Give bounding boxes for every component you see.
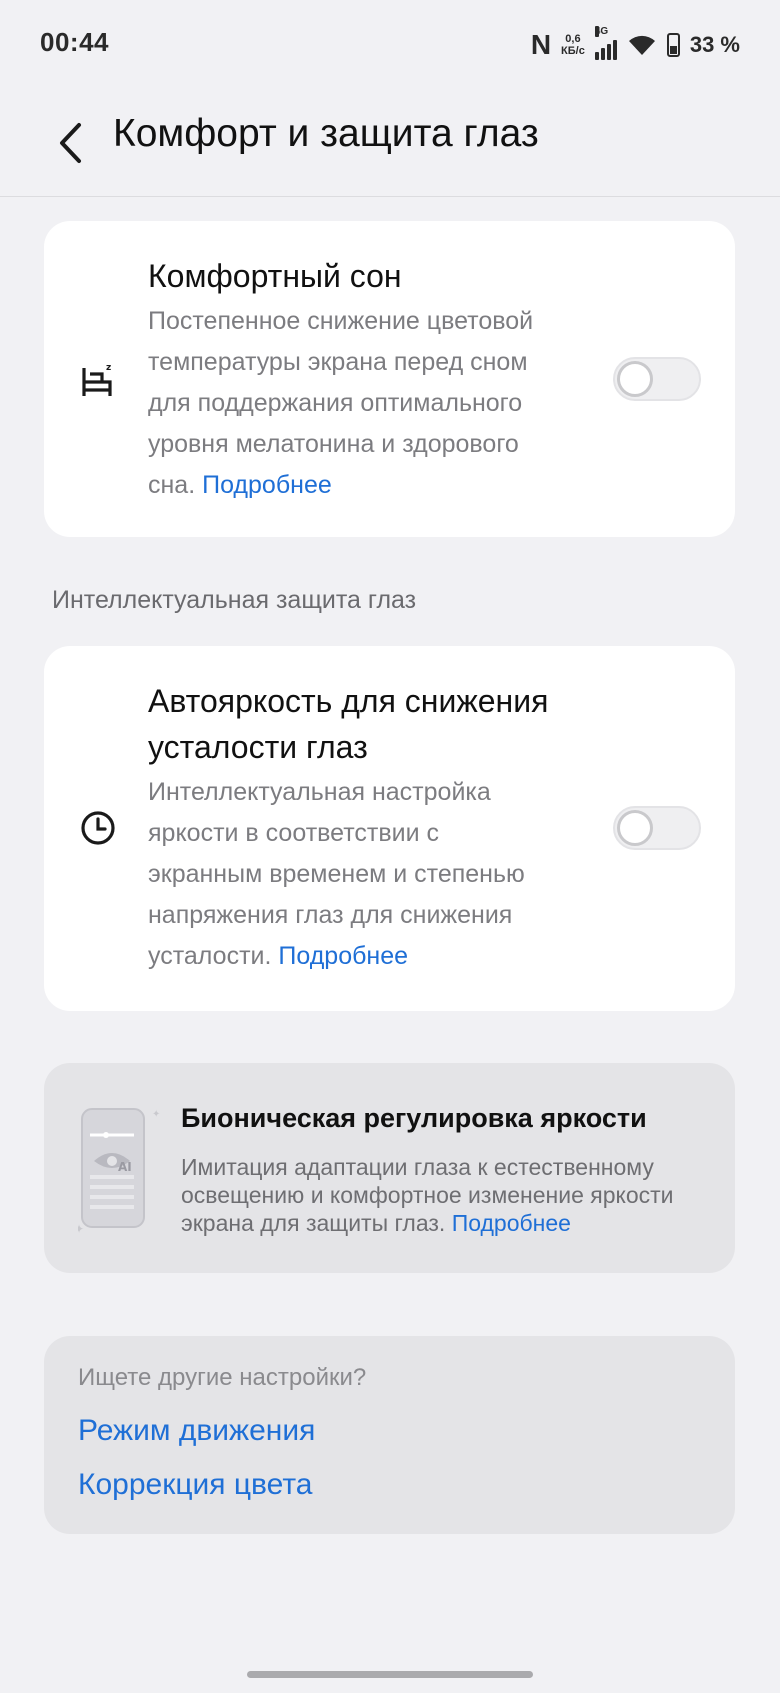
nfc-icon: N: [530, 29, 552, 60]
desc-last-line: усталости.: [148, 942, 272, 970]
svg-text:✦: ✦: [78, 1222, 84, 1236]
status-bar: 00:44 N 0,6 КБ/с 4G 33 %: [0, 0, 780, 90]
desc-last-line: экрана для защиты глаз.: [181, 1210, 446, 1236]
desc-line: яркости в соответствии с: [148, 819, 439, 847]
home-indicator[interactable]: [247, 1671, 533, 1678]
motion-mode-link[interactable]: Режим движения: [78, 1414, 315, 1448]
app-header: Комфорт и защита глаз: [0, 90, 780, 197]
status-time: 00:44: [40, 27, 109, 57]
desc-last-line: сна.: [148, 471, 196, 499]
desc-line: для поддержания оптимального: [148, 389, 523, 417]
cell-signal-icon: 4G: [594, 26, 617, 60]
desc-line: Постепенное снижение цветовой: [148, 307, 534, 335]
bionic-brightness-card: AI ✦ ✦ Бионическая регулировка яркости И…: [44, 1063, 735, 1273]
desc-line: температуры экрана перед сном: [148, 348, 528, 376]
color-correction-link[interactable]: Коррекция цвета: [78, 1468, 312, 1502]
auto-brightness-more-link[interactable]: Подробнее: [278, 942, 408, 970]
other-settings-card: Ищете другие настройки? Режим движения К…: [44, 1336, 735, 1534]
desc-line: освещению и комфортное изменение яркости: [181, 1182, 674, 1208]
bionic-more-link[interactable]: Подробнее: [452, 1210, 571, 1236]
bed-icon: z: [78, 360, 118, 400]
net-speed-unit: КБ/с: [561, 45, 585, 57]
auto-brightness-toggle[interactable]: [613, 806, 701, 850]
back-arrow-icon[interactable]: [50, 118, 90, 168]
clock-icon: [78, 808, 118, 848]
comfort-sleep-toggle[interactable]: [613, 357, 701, 401]
wifi-icon: [628, 35, 655, 55]
title-line: Автояркость для снижения: [148, 683, 549, 719]
status-icons: N 0,6 КБ/с 4G 33 %: [530, 26, 740, 62]
network-type: 4G: [594, 26, 609, 37]
desc-line: экрана для защиты глаз. Подробнее: [181, 1209, 701, 1237]
title-line: усталости глаз: [148, 729, 368, 765]
bionic-title: Бионическая регулировка яркости: [181, 1103, 647, 1133]
toggle-knob: [617, 361, 653, 397]
battery-percent: 33 %: [689, 32, 740, 57]
net-speed-value: 0,6: [565, 33, 581, 45]
section-label-smart-eye-protection: Интеллектуальная защита глаз: [52, 586, 417, 614]
svg-text:✦: ✦: [152, 1109, 160, 1120]
desc-line: экранным временем и степенью: [148, 860, 525, 888]
svg-text:z: z: [106, 363, 111, 373]
desc-line: сна. Подробнее: [148, 465, 628, 506]
battery-icon: [666, 33, 680, 57]
desc-line: напряжения глаз для снижения: [148, 901, 513, 929]
ai-label: AI: [118, 1160, 132, 1174]
comfort-sleep-card[interactable]: z Комфортный сон Постепенное снижение цв…: [44, 221, 735, 537]
net-speed: 0,6 КБ/с: [561, 33, 585, 57]
other-settings-question: Ищете другие настройки?: [78, 1364, 367, 1391]
desc-line: Имитация адаптации глаза к естественному: [181, 1154, 654, 1180]
auto-brightness-card[interactable]: Автояркость для снижения усталости глаз …: [44, 646, 735, 1011]
auto-brightness-title: Автояркость для снижения усталости глаз: [148, 678, 548, 770]
comfort-sleep-description: Постепенное снижение цветовой температур…: [148, 301, 628, 506]
auto-brightness-description: Интеллектуальная настройка яркости в соо…: [148, 772, 628, 977]
desc-line: Интеллектуальная настройка: [148, 778, 491, 806]
desc-line: усталости. Подробнее: [148, 936, 628, 977]
bionic-description: Имитация адаптации глаза к естественному…: [181, 1153, 701, 1237]
page-title: Комфорт и защита глаз: [113, 112, 539, 155]
comfort-sleep-more-link[interactable]: Подробнее: [202, 471, 332, 499]
phone-ai-illustration: AI ✦ ✦: [78, 1108, 160, 1236]
comfort-sleep-title: Комфортный сон: [148, 258, 402, 294]
toggle-knob: [617, 810, 653, 846]
desc-line: уровня мелатонина и здорового: [148, 430, 519, 458]
